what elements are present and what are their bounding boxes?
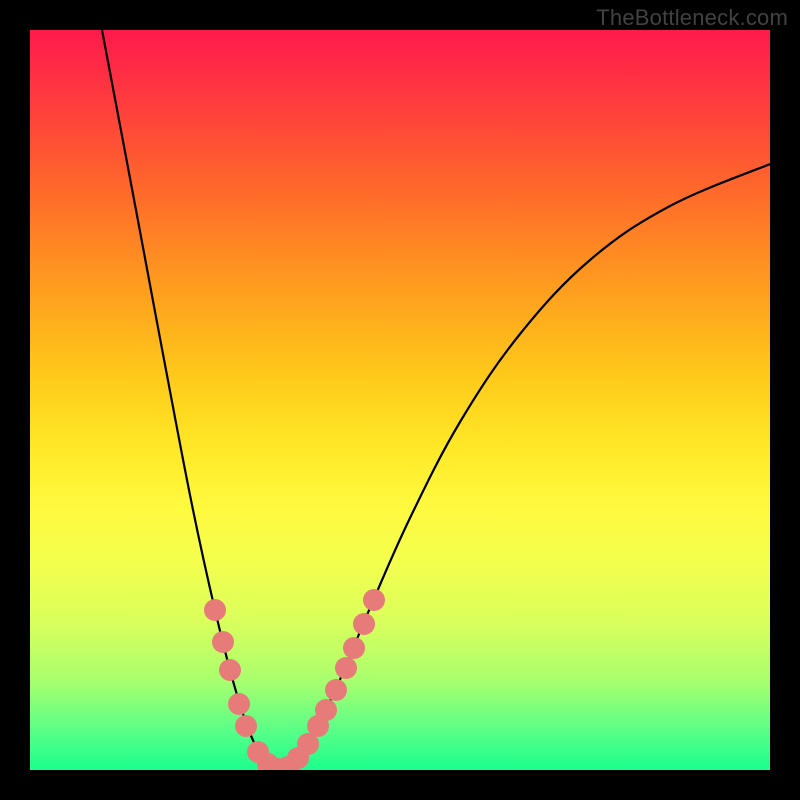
data-point xyxy=(235,715,257,737)
data-point xyxy=(219,659,241,681)
chart-frame: TheBottleneck.com xyxy=(0,0,800,800)
data-point xyxy=(353,613,375,635)
data-point xyxy=(212,631,234,653)
data-point xyxy=(325,679,347,701)
gradient-plot-area xyxy=(30,30,770,770)
watermark-text: TheBottleneck.com xyxy=(596,5,788,31)
curve-left-branch xyxy=(102,30,280,770)
data-point xyxy=(363,589,385,611)
data-point xyxy=(204,599,226,621)
curve-right-branch xyxy=(280,164,770,770)
curve-overlay xyxy=(30,30,770,770)
data-point xyxy=(228,693,250,715)
data-point xyxy=(315,699,337,721)
data-point xyxy=(335,657,357,679)
scatter-points xyxy=(204,589,385,770)
data-point xyxy=(343,637,365,659)
